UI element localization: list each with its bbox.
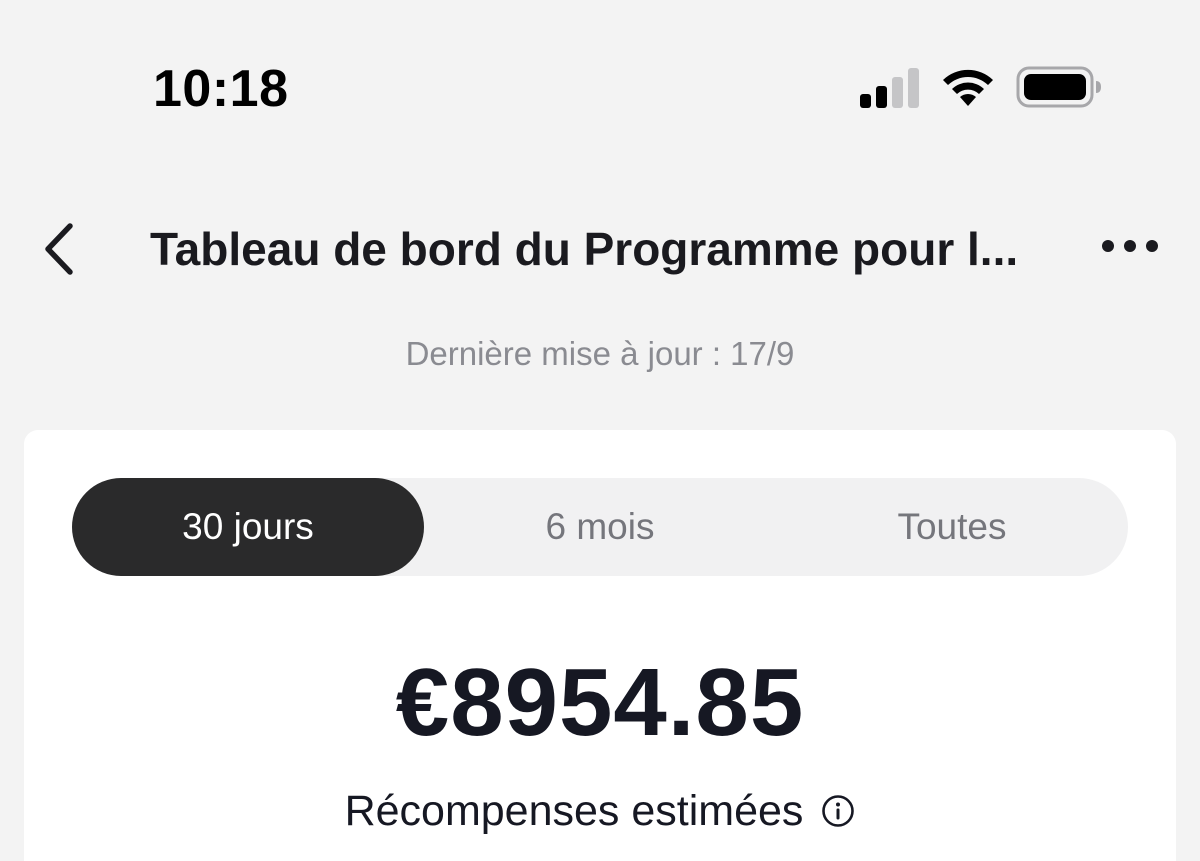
battery-icon: [1016, 66, 1102, 113]
rewards-card: 30 jours 6 mois Toutes €8954.85 Récompen…: [24, 430, 1176, 861]
last-update-text: Dernière mise à jour : 17/9: [405, 335, 795, 372]
estimated-rewards-label: Récompenses estimées: [344, 787, 804, 835]
period-selector: 30 jours 6 mois Toutes: [72, 478, 1128, 576]
tab-all[interactable]: Toutes: [776, 478, 1128, 576]
tab-6-months[interactable]: 6 mois: [424, 478, 776, 576]
more-button[interactable]: [1090, 226, 1170, 270]
nav-bar: Tableau de bord du Programme pour l...: [0, 200, 1200, 300]
wifi-icon: [940, 66, 996, 113]
status-time: 10:18: [153, 60, 289, 118]
estimated-rewards-amount: €8954.85: [395, 649, 805, 756]
page-title: Tableau de bord du Programme pour l...: [150, 223, 1019, 275]
chevron-left-icon: [40, 222, 76, 281]
back-button[interactable]: [28, 216, 88, 286]
status-bar: 10:18: [0, 0, 1200, 180]
screen: 10:18 Tableau de bord du Programme pour …: [0, 0, 1200, 861]
info-icon[interactable]: [821, 794, 855, 828]
cellular-signal-icon: [860, 68, 922, 113]
more-horizontal-icon: [1101, 239, 1159, 258]
rewards-label-row: Récompenses estimées: [24, 784, 1176, 838]
tab-30-days[interactable]: 30 jours: [72, 478, 424, 576]
